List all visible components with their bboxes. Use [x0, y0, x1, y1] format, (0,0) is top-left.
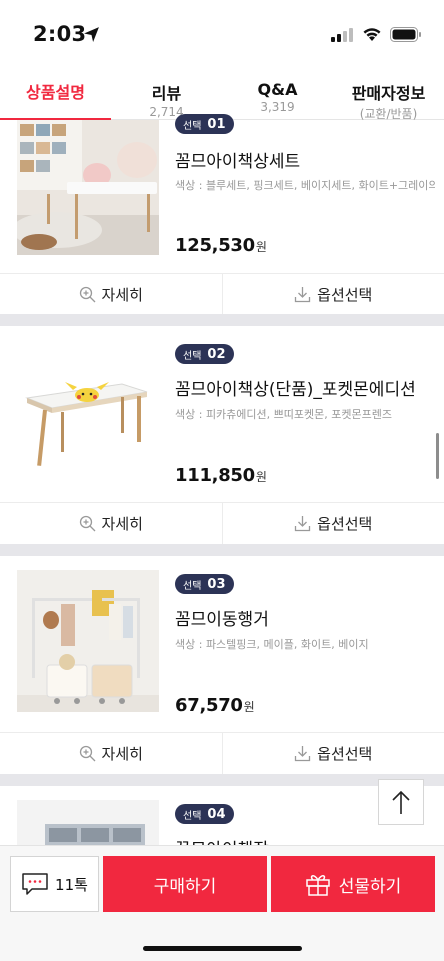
option-badge: 선택 03	[175, 574, 234, 594]
buy-button[interactable]: 구매하기	[103, 856, 267, 912]
gift-icon	[305, 875, 330, 896]
battery-icon	[390, 27, 421, 42]
detail-button[interactable]: 자세히	[0, 503, 222, 544]
zoom-in-icon	[79, 745, 96, 762]
badge-label: 선택	[183, 810, 202, 822]
status-time: 2:03	[33, 22, 87, 46]
option-select-button[interactable]: 옵션선택	[221, 733, 444, 774]
product-name[interactable]: 꼼므아이책상(단품)_포켓몬에디션	[175, 375, 416, 400]
arrow-up-icon	[392, 790, 410, 814]
product-colors: 색상 : 블루세트, 핑크세트, 베이지세트, 화이트+그레이의	[175, 179, 435, 192]
gift-button[interactable]: 선물하기	[271, 856, 435, 912]
tab-qna[interactable]: Q&A 3,319	[222, 68, 333, 120]
product-name[interactable]: 꼼므이동행거	[175, 605, 269, 630]
product-price: 125,530원	[175, 235, 267, 256]
detail-label: 자세히	[101, 515, 143, 533]
product-image[interactable]	[17, 800, 159, 846]
tab-label: 리뷰	[151, 84, 182, 103]
option-label: 옵션선택	[317, 745, 373, 763]
talk-label: 11톡	[55, 875, 88, 894]
tab-label: Q&A	[257, 80, 298, 99]
download-icon	[294, 516, 311, 532]
tab-label: 판매자정보	[351, 84, 426, 103]
product-actions: 자세히 옵션선택	[0, 732, 444, 774]
home-indicator	[143, 946, 302, 951]
option-select-button[interactable]: 옵션선택	[221, 274, 444, 315]
price-currency: 원	[255, 240, 267, 254]
product-image[interactable]	[17, 340, 159, 482]
product-card: 선택 02 꼼므아이책상(단품)_포켓몬에디션 색상 : 피카츄에디션, 쁘띠포…	[0, 326, 444, 544]
status-bar: 2:03	[0, 0, 444, 68]
badge-number: 02	[207, 346, 226, 362]
chat-bubble-icon	[22, 873, 48, 895]
zoom-in-icon	[79, 515, 96, 532]
product-image[interactable]	[17, 570, 159, 712]
option-badge: 선택 02	[175, 344, 234, 364]
product-price: 111,850원	[175, 465, 267, 486]
badge-label: 선택	[183, 580, 202, 592]
tab-seller-info[interactable]: 판매자정보 (교환/반품)	[333, 68, 444, 121]
scroll-indicator[interactable]	[436, 433, 439, 479]
price-currency: 원	[243, 700, 255, 714]
detail-button[interactable]: 자세히	[0, 733, 222, 774]
product-colors: 색상 : 피카츄에디션, 쁘띠포켓몬, 포켓몬프렌즈	[175, 408, 392, 421]
badge-label: 선택	[183, 120, 202, 132]
product-card: 선택 01 꼼므아이책상세트 색상 : 블루세트, 핑크세트, 베이지세트, 화…	[0, 114, 444, 315]
product-price: 67,570원	[175, 695, 255, 716]
option-badge: 선택 01	[175, 114, 234, 134]
product-colors: 색상 : 파스텔핑크, 메이플, 화이트, 베이지	[175, 638, 369, 651]
bottom-action-bar: 11톡 구매하기 선물하기	[0, 845, 444, 961]
badge-number: 04	[207, 806, 226, 822]
detail-button[interactable]: 자세히	[0, 274, 222, 315]
price-value: 67,570	[175, 695, 243, 716]
badge-label: 선택	[183, 350, 202, 362]
product-image[interactable]	[17, 120, 159, 255]
scroll-to-top-button[interactable]	[378, 779, 424, 825]
tab-product-description[interactable]: 상품설명	[0, 68, 111, 121]
gift-label: 선물하기	[338, 876, 402, 897]
wifi-icon	[363, 28, 381, 41]
download-icon	[294, 746, 311, 762]
option-label: 옵션선택	[317, 286, 373, 304]
product-card: 선택 03 꼼므이동행거 색상 : 파스텔핑크, 메이플, 화이트, 베이지 6…	[0, 556, 444, 774]
download-icon	[294, 287, 311, 303]
tab-qna-count: 3,319	[260, 100, 295, 114]
price-value: 111,850	[175, 465, 255, 486]
buy-label: 구매하기	[153, 876, 217, 897]
price-currency: 원	[255, 470, 267, 484]
badge-number: 03	[207, 576, 226, 592]
talk-button[interactable]: 11톡	[10, 856, 99, 912]
product-actions: 자세히 옵션선택	[0, 273, 444, 315]
product-actions: 자세히 옵션선택	[0, 502, 444, 544]
option-select-button[interactable]: 옵션선택	[221, 503, 444, 544]
detail-label: 자세히	[101, 745, 143, 763]
cellular-signal-icon	[331, 28, 353, 42]
zoom-in-icon	[79, 286, 96, 303]
price-value: 125,530	[175, 235, 255, 256]
section-divider	[0, 314, 444, 326]
section-divider	[0, 544, 444, 556]
location-arrow-icon	[84, 27, 99, 42]
product-name[interactable]: 꼼므아이책상세트	[175, 147, 300, 172]
option-badge: 선택 04	[175, 804, 234, 824]
detail-label: 자세히	[101, 286, 143, 304]
option-label: 옵션선택	[317, 515, 373, 533]
badge-number: 01	[207, 116, 226, 132]
tab-bar: 상품설명 리뷰 2,714 Q&A 3,319 판매자정보 (교환/반품)	[0, 68, 444, 121]
tab-label: 상품설명	[26, 83, 85, 102]
tab-reviews[interactable]: 리뷰 2,714	[111, 68, 222, 120]
